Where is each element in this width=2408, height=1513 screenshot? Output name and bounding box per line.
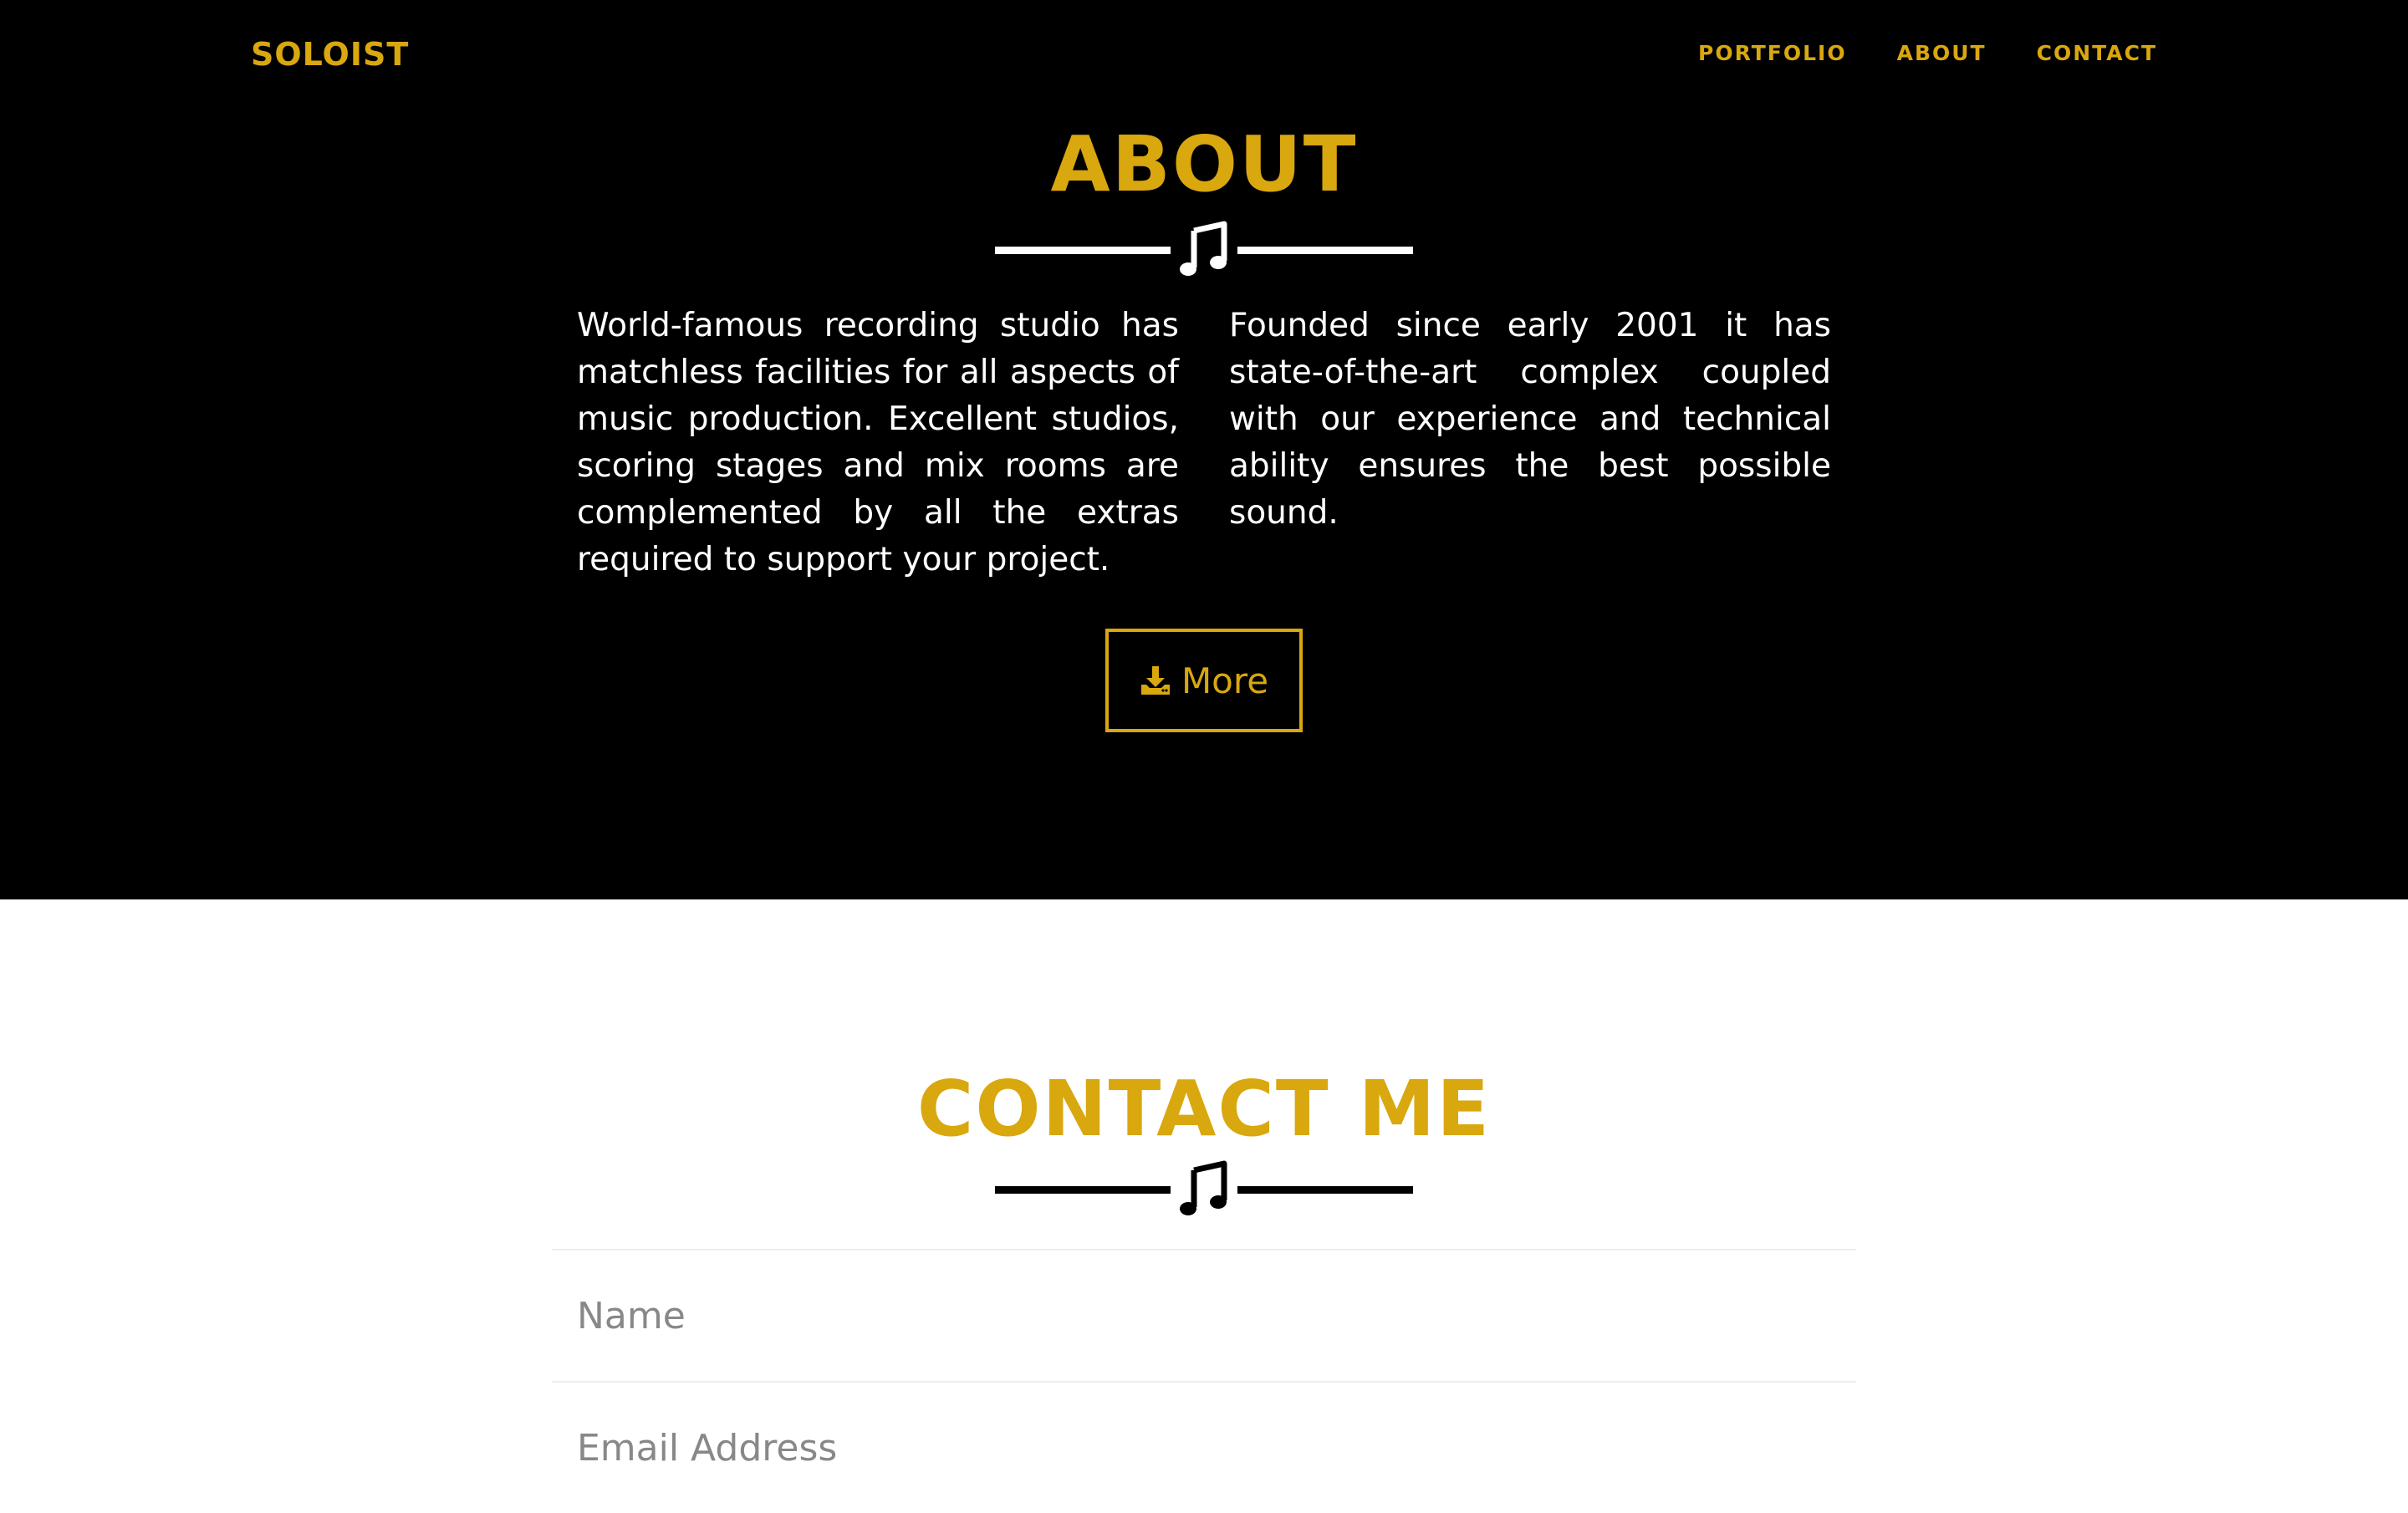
download-icon [1140, 666, 1170, 695]
nav-links: PORTFOLIO ABOUT CONTACT [1698, 38, 2157, 69]
name-field-wrapper [552, 1249, 1856, 1381]
about-paragraph-left: World-famous recording studio has matchl… [577, 307, 1179, 578]
more-button-label: More [1181, 660, 1269, 701]
nav-link-portfolio[interactable]: PORTFOLIO [1698, 38, 1847, 69]
music-note-icon [1180, 221, 1227, 276]
divider-line-right [1237, 1186, 1413, 1194]
nav-link-contact[interactable]: CONTACT [2037, 38, 2157, 69]
divider-line-right [1237, 247, 1413, 254]
brand-logo[interactable]: SOLOIST [251, 33, 409, 75]
name-input[interactable] [552, 1251, 1856, 1381]
music-note-icon [1180, 1160, 1227, 1215]
email-input[interactable] [552, 1383, 1856, 1513]
about-divider [995, 221, 1413, 279]
nav-link-about[interactable]: ABOUT [1897, 38, 1987, 69]
email-field-wrapper [552, 1381, 1856, 1513]
about-paragraph-right: Founded since early 2001 it has state-of… [1229, 307, 1831, 532]
divider-line-left [995, 247, 1171, 254]
contact-section: CONTACT ME [0, 899, 2408, 1513]
about-section: ABOUT World-famous recording studio has … [0, 0, 2408, 899]
navbar: SOLOIST PORTFOLIO ABOUT CONTACT [0, 0, 2408, 109]
more-button[interactable]: More [1105, 629, 1303, 732]
contact-title: CONTACT ME [916, 1064, 1492, 1154]
about-title: ABOUT [1050, 120, 1358, 209]
contact-divider [995, 1160, 1413, 1219]
divider-line-left [995, 1186, 1171, 1194]
